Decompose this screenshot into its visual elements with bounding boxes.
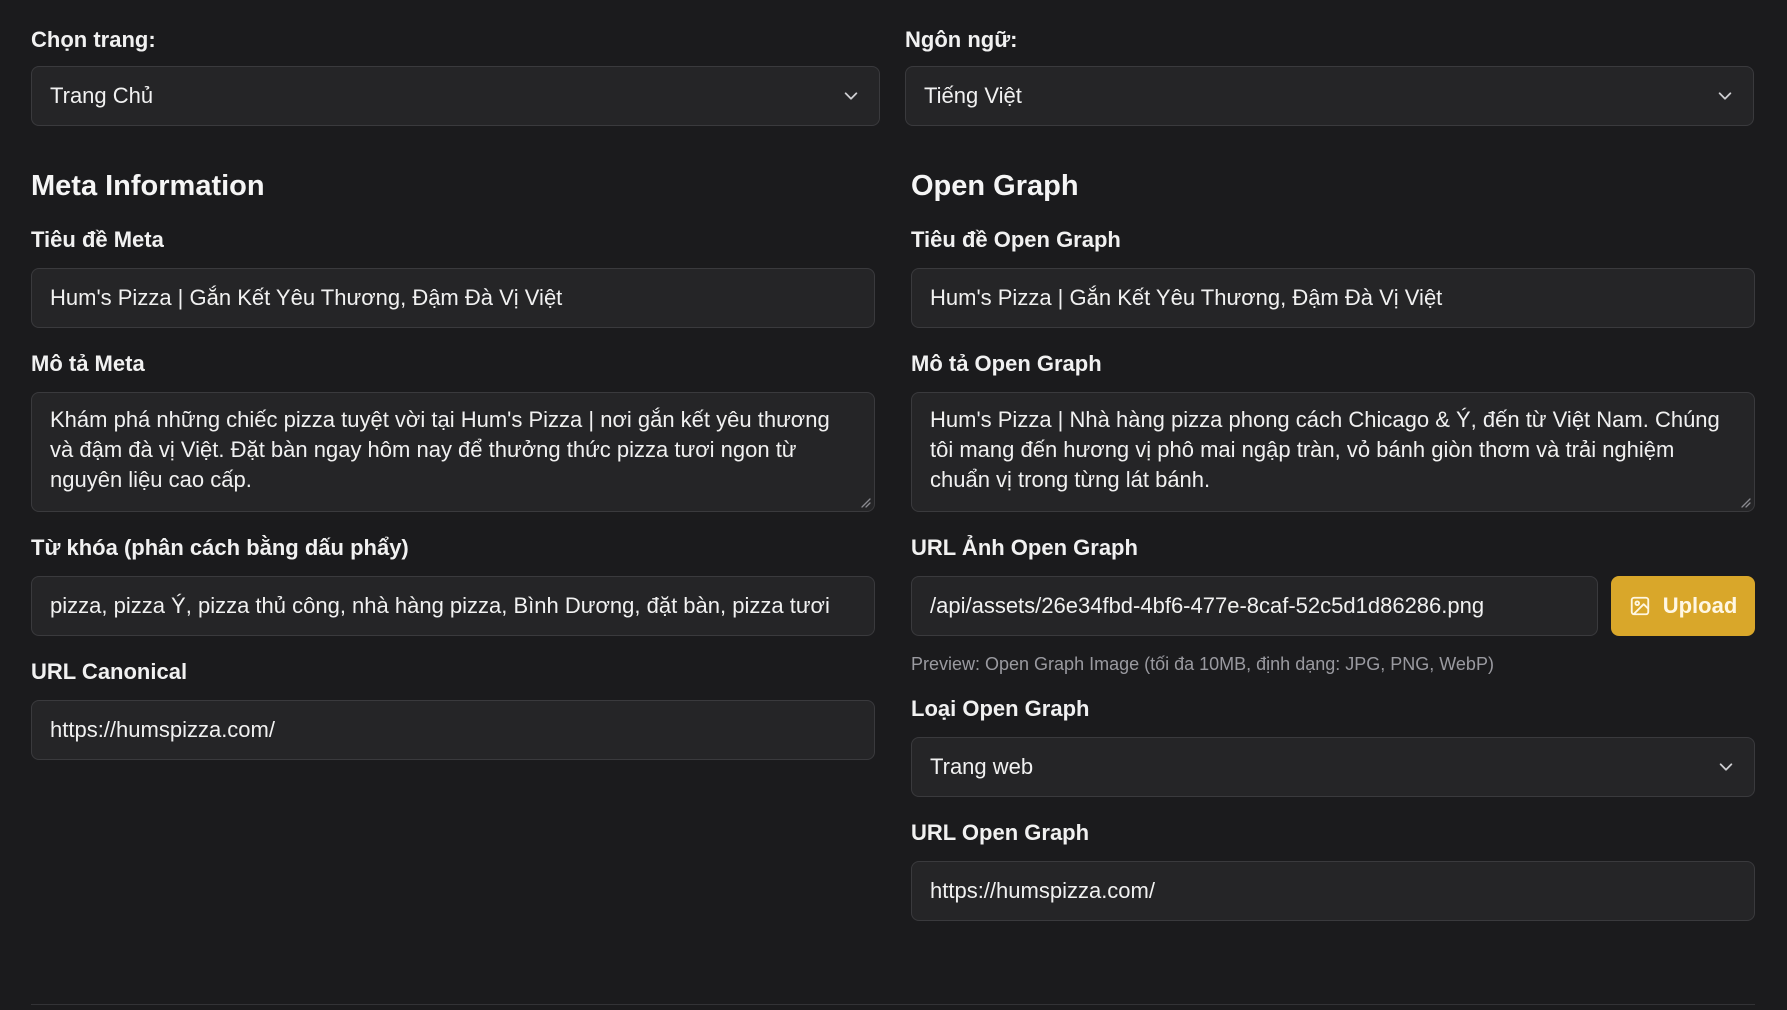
canonical-url-label: URL Canonical <box>31 659 188 684</box>
section-title-meta: Meta Information <box>31 170 265 202</box>
meta-title-label: Tiêu đề Meta <box>31 227 164 252</box>
chevron-down-icon <box>1716 757 1736 777</box>
resize-handle-icon[interactable] <box>859 496 871 508</box>
language-select-label: Ngôn ngữ: <box>905 27 1018 52</box>
og-image-url-label: URL Ảnh Open Graph <box>911 535 1138 560</box>
image-icon <box>1630 596 1649 616</box>
page-select-label: Chọn trang: <box>31 27 156 52</box>
og-url-label: URL Open Graph <box>911 820 1090 845</box>
canonical-url-field: URL Canonical https://humspizza.com/ <box>31 658 875 760</box>
seo-settings-page: Chọn trang: Trang Chủ Ngôn ngữ: Tiếng Vi… <box>0 0 1787 1010</box>
section-title-open-graph: Open Graph <box>911 170 1079 202</box>
og-title-input[interactable]: Hum's Pizza | Gắn Kết Yêu Thương, Đậm Đà… <box>911 268 1755 328</box>
language-select-value: Tiếng Việt <box>924 83 1022 108</box>
meta-description-label: Mô tả Meta <box>31 351 145 376</box>
og-type-value: Trang web <box>930 754 1034 779</box>
page-select-group: Chọn trang: Trang Chủ <box>31 26 880 126</box>
meta-description-field: Mô tả Meta Khám phá những chiếc pizza tu… <box>31 350 875 512</box>
open-graph-section: Open Graph Tiêu đề Open Graph Hum's Pizz… <box>911 168 1755 943</box>
meta-description-text: Khám phá những chiếc pizza tuyệt vời tại… <box>50 407 830 492</box>
og-type-field: Loại Open Graph Trang web <box>911 695 1755 797</box>
og-image-upload-row: /api/assets/26e34fbd-4bf6-477e-8caf-52c5… <box>911 576 1755 636</box>
page-select[interactable]: Trang Chủ <box>31 66 880 126</box>
meta-information-section: Meta Information Tiêu đề Meta Hum's Pizz… <box>31 168 875 943</box>
chevron-down-icon <box>841 86 861 106</box>
resize-handle-icon[interactable] <box>1739 496 1751 508</box>
meta-keywords-field: Từ khóa (phân cách bằng dấu phẩy) pizza,… <box>31 534 875 636</box>
meta-title-input[interactable]: Hum's Pizza | Gắn Kết Yêu Thương, Đậm Đà… <box>31 268 875 328</box>
og-image-url-field: URL Ảnh Open Graph /api/assets/26e34fbd-… <box>911 534 1755 675</box>
og-title-field: Tiêu đề Open Graph Hum's Pizza | Gắn Kết… <box>911 226 1755 328</box>
og-image-url-input[interactable]: /api/assets/26e34fbd-4bf6-477e-8caf-52c5… <box>911 576 1598 636</box>
chevron-down-icon <box>1715 86 1735 106</box>
upload-button[interactable]: Upload <box>1611 576 1755 636</box>
canonical-url-input[interactable]: https://humspizza.com/ <box>31 700 875 760</box>
og-type-select[interactable]: Trang web <box>911 737 1755 797</box>
top-selectors: Chọn trang: Trang Chủ Ngôn ngữ: Tiếng Vi… <box>31 26 1755 126</box>
meta-title-field: Tiêu đề Meta Hum's Pizza | Gắn Kết Yêu T… <box>31 226 875 328</box>
og-url-input[interactable]: https://humspizza.com/ <box>911 861 1755 921</box>
og-title-label: Tiêu đề Open Graph <box>911 227 1121 252</box>
meta-description-textarea[interactable]: Khám phá những chiếc pizza tuyệt vời tại… <box>31 392 875 512</box>
upload-button-label: Upload <box>1662 593 1738 618</box>
og-url-field: URL Open Graph https://humspizza.com/ <box>911 819 1755 921</box>
og-type-label: Loại Open Graph <box>911 696 1090 721</box>
language-select-group: Ngôn ngữ: Tiếng Việt <box>905 26 1754 126</box>
og-image-hint: Preview: Open Graph Image (tối đa 10MB, … <box>911 654 1494 674</box>
meta-keywords-input[interactable]: pizza, pizza Ý, pizza thủ công, nhà hàng… <box>31 576 875 636</box>
meta-keywords-label: Từ khóa (phân cách bằng dấu phẩy) <box>31 535 409 560</box>
form-columns: Meta Information Tiêu đề Meta Hum's Pizz… <box>31 168 1755 943</box>
bottom-divider <box>31 1004 1755 1005</box>
og-description-text: Hum's Pizza | Nhà hàng pizza phong cách … <box>930 407 1720 492</box>
og-description-field: Mô tả Open Graph Hum's Pizza | Nhà hàng … <box>911 350 1755 512</box>
og-description-label: Mô tả Open Graph <box>911 351 1102 376</box>
language-select[interactable]: Tiếng Việt <box>905 66 1754 126</box>
og-description-textarea[interactable]: Hum's Pizza | Nhà hàng pizza phong cách … <box>911 392 1755 512</box>
page-select-value: Trang Chủ <box>50 83 154 108</box>
